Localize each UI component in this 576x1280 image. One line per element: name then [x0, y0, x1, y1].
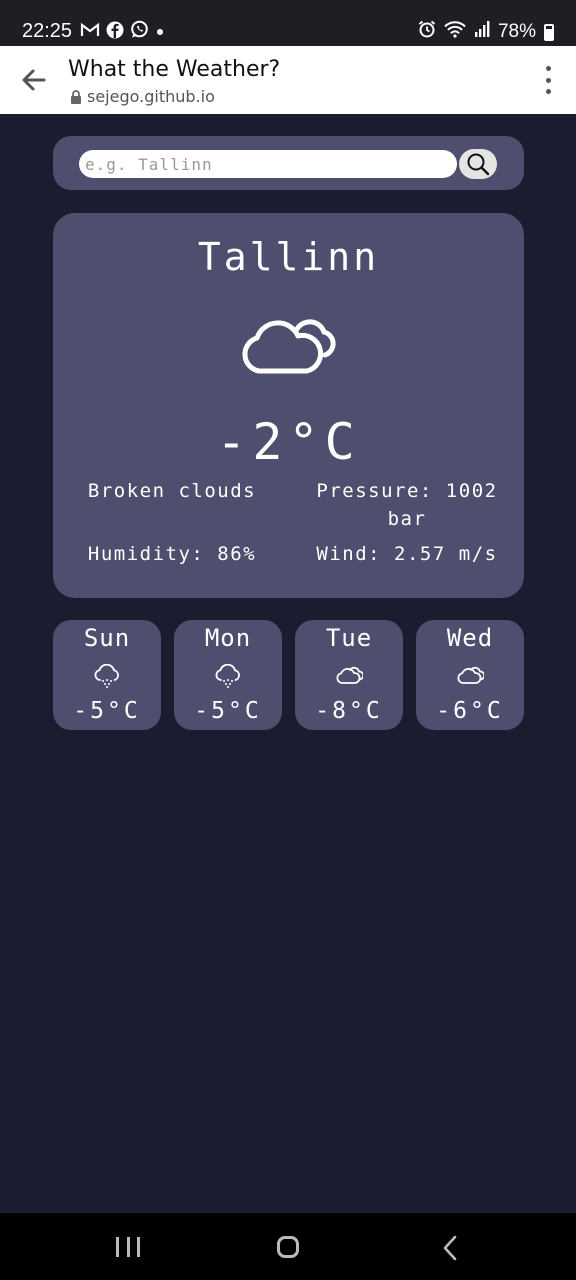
more-vert-icon: [545, 66, 551, 71]
current-weather-card: Tallinn -2°C Broken clouds Pressure: 100…: [53, 213, 524, 598]
search-icon: [467, 153, 490, 176]
page-url[interactable]: sejego.github.io: [70, 87, 215, 106]
cloud-icon: [335, 664, 365, 690]
snow-icon: [214, 663, 242, 694]
lock-icon: [71, 89, 81, 104]
forecast-day: Wed: [446, 624, 494, 652]
nav-back-button[interactable]: [442, 1235, 458, 1266]
forecast-day: Tue: [325, 624, 373, 652]
snow-icon: [93, 663, 121, 694]
chevron-left-icon: [443, 1235, 457, 1261]
wind: Wind: 2.57 m/s: [316, 543, 498, 565]
back-button[interactable]: [18, 64, 50, 96]
system-navigation-bar: [0, 1213, 576, 1280]
menu-button[interactable]: [544, 66, 552, 94]
notification-icons: [80, 20, 165, 46]
status-time: 22:25: [22, 20, 73, 42]
search-button[interactable]: [459, 149, 497, 179]
browser-toolbar: What the Weather? sejego.github.io: [0, 46, 576, 114]
dot-icon: [155, 22, 165, 44]
signal-icon: [474, 20, 490, 44]
search-panel: [53, 136, 524, 190]
status-bar: 22:25 78%: [0, 0, 576, 46]
forecast-temperature: -5°C: [194, 698, 262, 724]
pressure: Pressure: 1002 bar: [316, 480, 498, 530]
system-status: 78%: [418, 20, 554, 44]
forecast-card-sun: Sun -5°C: [53, 620, 161, 730]
gmail-icon: [80, 22, 100, 45]
forecast-temperature: -6°C: [436, 698, 504, 724]
forecast-temperature: -5°C: [73, 698, 141, 724]
whatsapp-icon: [130, 20, 149, 46]
battery-icon: [544, 23, 554, 41]
forecast-temperature: -8°C: [315, 698, 383, 724]
search-input[interactable]: [79, 150, 457, 178]
wifi-icon: [444, 20, 466, 44]
page-title: What the Weather?: [68, 57, 281, 82]
recent-apps-button[interactable]: [116, 1237, 140, 1257]
arrow-left-icon: [22, 69, 46, 91]
cloud-icon: [456, 664, 486, 690]
city-name: Tallinn: [197, 235, 380, 279]
cloud-icon: [239, 309, 339, 383]
forecast-day: Sun: [83, 624, 131, 652]
battery-percent: 78%: [497, 21, 536, 42]
forecast-card-tue: Tue -8°C: [295, 620, 403, 730]
url-text: sejego.github.io: [87, 87, 215, 106]
alarm-icon: [418, 20, 436, 44]
facebook-icon: [106, 21, 124, 46]
current-temperature: -2°C: [216, 413, 361, 471]
weather-description: Broken clouds: [87, 480, 257, 502]
humidity: Humidity: 86%: [87, 543, 257, 565]
forecast-card-mon: Mon -5°C: [174, 620, 282, 730]
forecast-day: Mon: [204, 624, 252, 652]
home-button[interactable]: [277, 1236, 299, 1258]
forecast-card-wed: Wed -6°C: [416, 620, 524, 730]
